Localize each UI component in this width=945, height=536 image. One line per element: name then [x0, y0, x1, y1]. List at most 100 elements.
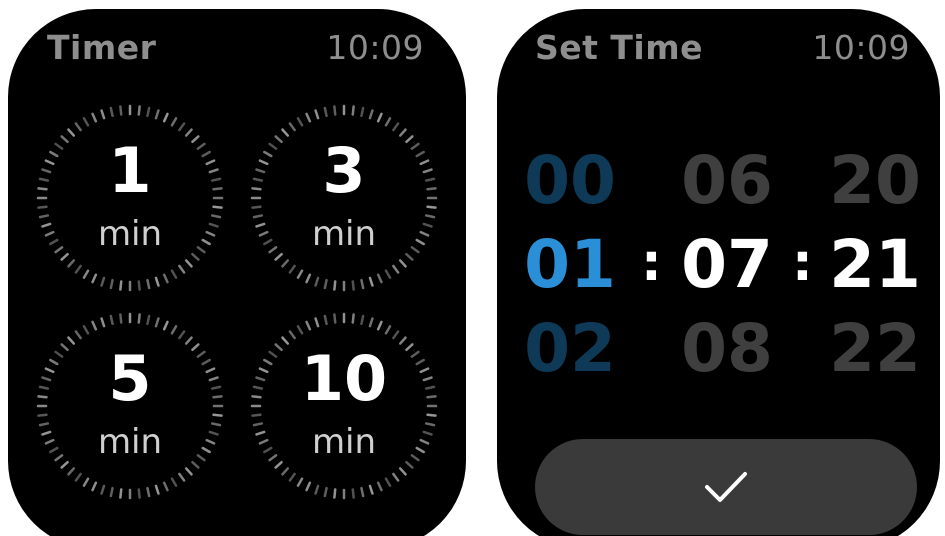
dial-tick	[74, 122, 82, 132]
dial-tick	[376, 320, 383, 331]
dial-tick	[333, 488, 337, 499]
dial-tick	[60, 252, 69, 261]
dial-tick	[91, 112, 98, 123]
dial-tick	[170, 477, 178, 487]
dial-tick	[384, 117, 392, 127]
dial-tick	[392, 330, 400, 340]
dial-tick	[154, 276, 160, 287]
dial-tick	[360, 278, 365, 290]
timer-preset-5-min[interactable]: 5 min	[34, 310, 226, 502]
preset-unit: min	[311, 214, 377, 254]
dial-tick	[212, 413, 223, 417]
dial-tick	[178, 122, 186, 132]
set-time-watch-screen: Set Time 10:09 00 01 02 : 06 07 08 : 20 …	[497, 9, 940, 536]
dial-tick	[288, 330, 296, 340]
dial-tick	[351, 488, 355, 499]
minutes-next-value[interactable]: 08	[672, 307, 782, 391]
dial-tick	[91, 320, 98, 331]
dial-tick	[109, 106, 114, 118]
hours-picker[interactable]: 00 01 02	[515, 139, 625, 391]
dial-tick	[178, 264, 186, 274]
dial-tick	[333, 313, 337, 324]
dial-tick	[67, 128, 76, 137]
dial-tick	[274, 252, 283, 261]
dial-tick	[191, 460, 200, 469]
seconds-selected-value[interactable]: 21	[820, 223, 930, 307]
dial-tick	[368, 484, 374, 495]
seconds-picker[interactable]: 20 21 22	[820, 139, 930, 391]
dial-tick	[376, 481, 383, 492]
dial-tick	[296, 269, 304, 279]
seconds-prev-value[interactable]: 20	[820, 139, 930, 223]
minutes-prev-value[interactable]: 06	[672, 139, 782, 223]
dial-tick	[162, 320, 169, 331]
dial-tick	[191, 252, 200, 261]
dial-tick	[170, 117, 178, 127]
preset-value: 5	[108, 342, 152, 415]
hours-next-value[interactable]: 02	[515, 307, 625, 391]
dial-tick	[296, 477, 304, 487]
dial-tick	[323, 486, 328, 498]
timer-preset-3-min[interactable]: 3 min	[248, 102, 440, 294]
dial-tick	[360, 106, 365, 118]
dial-tick	[184, 336, 193, 345]
dial-tick	[119, 105, 123, 116]
dial-tick	[100, 109, 106, 120]
dial-tick	[37, 413, 48, 417]
dial-tick	[305, 273, 312, 284]
minutes-picker[interactable]: 06 07 08	[672, 139, 782, 391]
dial-tick	[368, 276, 374, 287]
dial-tick	[91, 273, 98, 284]
dial-tick	[376, 273, 383, 284]
dial-tick	[351, 280, 355, 291]
dial-tick	[170, 269, 178, 279]
dial-tick	[360, 314, 365, 326]
dial-tick	[82, 477, 90, 487]
dial-tick	[137, 488, 141, 499]
dial-tick	[376, 112, 383, 123]
dial-tick	[305, 112, 312, 123]
checkmark-icon	[705, 472, 747, 502]
dial-tick	[351, 105, 355, 116]
minutes-selected-value[interactable]: 07	[672, 223, 782, 307]
dial-tick	[109, 314, 114, 326]
dial-tick	[314, 109, 320, 120]
dial-tick	[82, 269, 90, 279]
dial-tick	[109, 486, 114, 498]
dial-tick	[91, 481, 98, 492]
hours-prev-value[interactable]: 00	[515, 139, 625, 223]
dial-tick	[305, 320, 312, 331]
dial-tick	[162, 112, 169, 123]
dial-tick	[288, 122, 296, 132]
preset-value: 10	[300, 342, 388, 415]
dial-tick	[398, 128, 407, 137]
seconds-next-value[interactable]: 22	[820, 307, 930, 391]
dial-tick	[314, 276, 320, 287]
dial-tick	[100, 484, 106, 495]
dial-tick	[100, 317, 106, 328]
hours-selected-value[interactable]: 01	[515, 223, 625, 307]
dial-tick	[274, 460, 283, 469]
dial-tick	[314, 484, 320, 495]
dial-tick	[109, 278, 114, 290]
preset-unit: min	[97, 422, 163, 462]
dial-tick	[398, 467, 407, 476]
dial-tick	[67, 467, 76, 476]
timer-watch-screen: Timer 10:09 1 min 3 min 5 min 10 min	[8, 9, 466, 536]
dial-tick	[154, 109, 160, 120]
dial-tick	[60, 460, 69, 469]
dial-tick	[314, 317, 320, 328]
dial-tick	[296, 325, 304, 335]
confirm-button[interactable]	[535, 439, 917, 535]
dial-tick	[146, 314, 151, 326]
dial-tick	[74, 472, 82, 482]
timer-preset-10-min[interactable]: 10 min	[248, 310, 440, 502]
dial-tick	[305, 481, 312, 492]
dial-tick	[392, 264, 400, 274]
dial-tick	[82, 117, 90, 127]
dial-tick	[288, 472, 296, 482]
timer-preset-1-min[interactable]: 1 min	[34, 102, 226, 294]
dial-tick	[323, 106, 328, 118]
screen-title: Timer	[47, 28, 157, 67]
status-clock: 10:09	[326, 28, 424, 67]
